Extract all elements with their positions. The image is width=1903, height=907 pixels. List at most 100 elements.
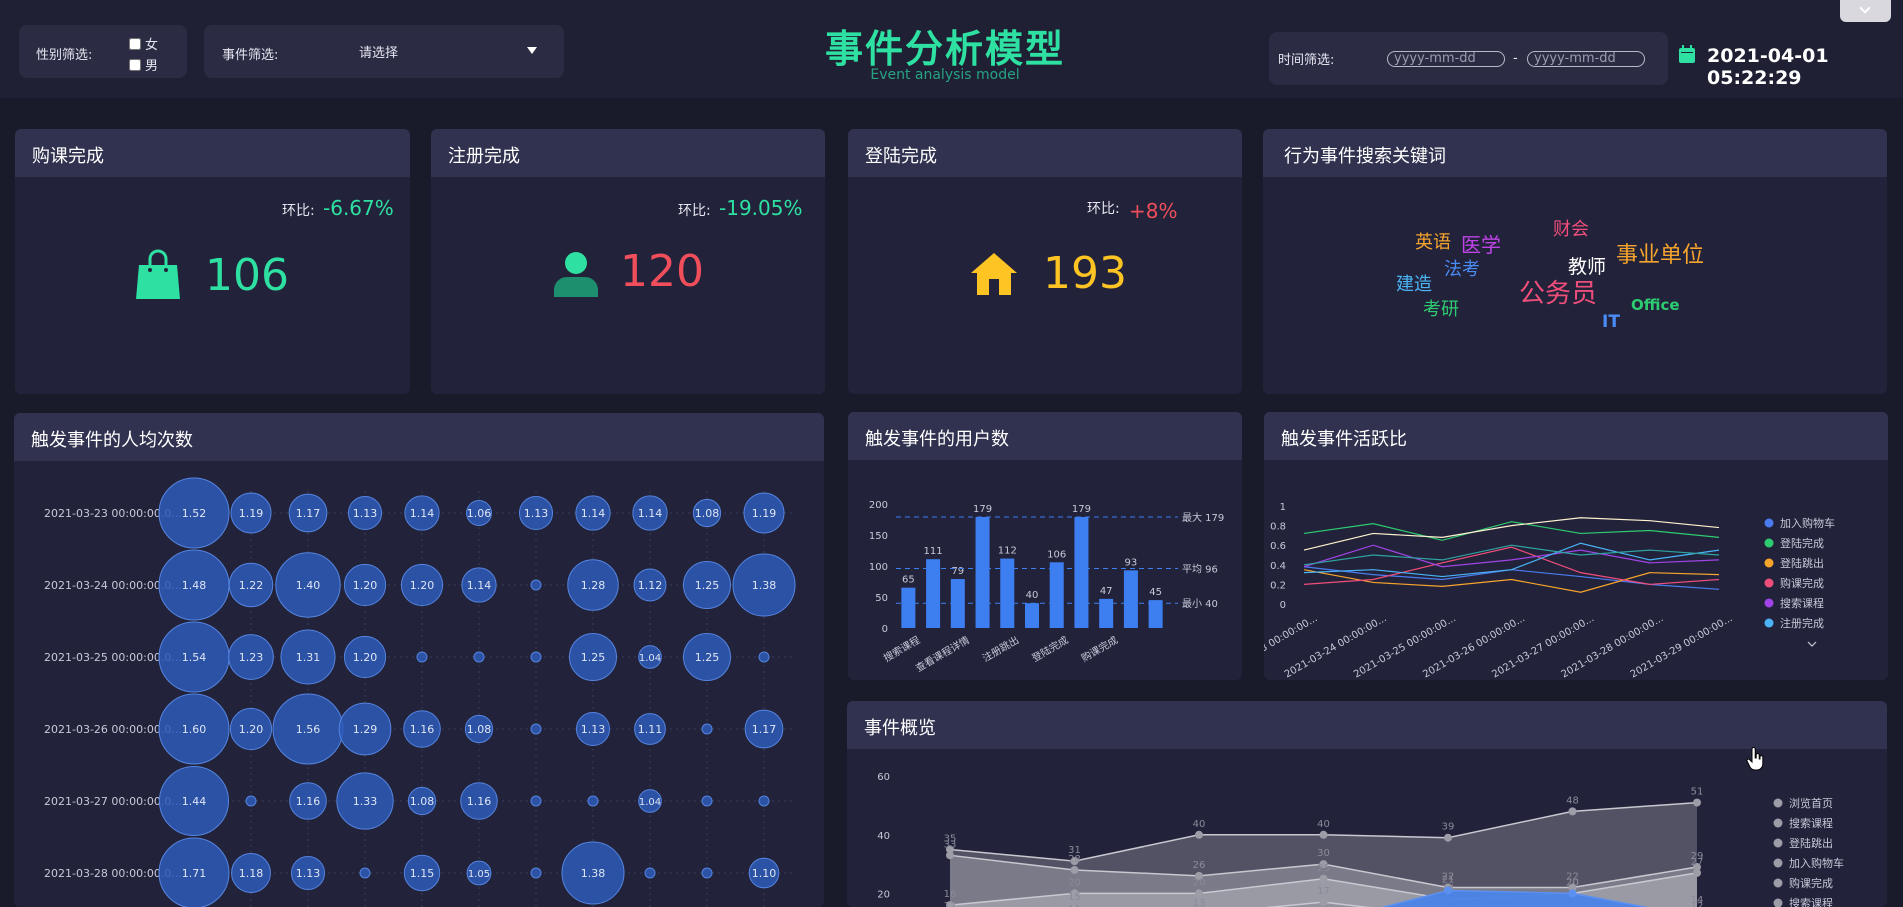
panel-title: 触发事件的用户数: [865, 429, 1009, 450]
legend-marker: [1773, 878, 1783, 888]
data-label: 25: [1317, 863, 1330, 874]
data-label: 39: [1442, 822, 1455, 833]
keyword[interactable]: 事业单位: [1616, 237, 1704, 269]
data-point: [1568, 889, 1577, 898]
bubble-label: 1.38: [752, 579, 777, 592]
bubble: [758, 651, 770, 663]
keyword[interactable]: 建造: [1396, 270, 1432, 296]
keyword[interactable]: IT: [1602, 312, 1620, 332]
bubble-label: 1.29: [353, 723, 378, 736]
panel-title: 登陆完成: [865, 146, 937, 167]
bar-value-label: 111: [924, 546, 943, 557]
bubble-label: 1.56: [296, 723, 321, 736]
kpi-value: 120: [620, 246, 704, 297]
bubble: [701, 867, 713, 879]
bubble-label: 1.13: [296, 867, 321, 880]
legend-marker: [1764, 538, 1774, 548]
bubble-label: 1.06: [467, 507, 492, 520]
bubble: [758, 795, 770, 807]
data-label: 30: [1317, 848, 1330, 859]
keywords-panel: 行为事件搜索关键词 英语 医学 财会 事业单位 教师 法考 建造 公务员 考研 …: [1263, 129, 1887, 394]
data-point: [1070, 865, 1079, 874]
bubble-label: 1.15: [410, 867, 435, 880]
bubble-label: 1.08: [695, 507, 720, 520]
bar: [1025, 603, 1039, 628]
collapse-toggle-button[interactable]: [1840, 0, 1891, 22]
y-tick-label: 200: [869, 500, 888, 511]
kpi-panel-login: 登陆完成 环比: +8% 193: [848, 129, 1242, 394]
panel-title: 触发事件活跃比: [1281, 429, 1407, 450]
x-tick-label: 购课完成: [1079, 633, 1120, 664]
data-point: [1693, 798, 1701, 807]
data-label: 16: [944, 889, 957, 900]
panel-title: 购课完成: [32, 146, 104, 167]
legend-marker: [1764, 558, 1774, 568]
series-line: [1303, 546, 1720, 586]
keyword[interactable]: 公务员: [1519, 273, 1597, 310]
data-point: [1319, 898, 1328, 907]
keyword[interactable]: 考研: [1423, 295, 1459, 321]
bubble-label: 1.13: [581, 723, 606, 736]
date-separator: -: [1513, 51, 1518, 66]
panel-title: 注册完成: [448, 146, 520, 167]
data-point: [1195, 889, 1203, 898]
bubble-label: 1.08: [410, 795, 435, 808]
calendar-icon: [1679, 45, 1695, 63]
legend-marker: [1764, 518, 1774, 528]
legend-marker: [1773, 818, 1783, 828]
kpi-value: 193: [1043, 248, 1127, 299]
y-tick-label: 0: [882, 624, 888, 635]
legend-label: 购课完成: [1780, 576, 1824, 590]
shopping-bag-icon: [136, 249, 180, 299]
bubble: [587, 795, 599, 807]
legend-label: 搜索课程: [1789, 816, 1833, 830]
end-date-input[interactable]: yyyy-mm-dd: [1527, 51, 1645, 67]
bubble: [245, 795, 257, 807]
bubble: [530, 579, 542, 591]
data-label: 17: [1317, 886, 1330, 897]
keyword[interactable]: Office: [1631, 296, 1680, 314]
ratio-value: +8%: [1129, 199, 1178, 223]
start-date-input[interactable]: yyyy-mm-dd: [1387, 51, 1505, 67]
keyword[interactable]: 英语: [1415, 228, 1451, 254]
markline-label: 平均 96: [1182, 563, 1218, 575]
data-label: 28: [1068, 854, 1081, 865]
ratio-value: -19.05%: [719, 196, 803, 220]
bar-value-label: 112: [998, 546, 1017, 557]
bubble-label: 1.17: [296, 507, 321, 520]
panel-title: 行为事件搜索关键词: [1284, 146, 1446, 167]
current-datetime: 2021-04-01 05:22:29: [1707, 45, 1829, 89]
y-tick-label: 0.4: [1270, 561, 1286, 572]
legend-marker: [1764, 618, 1774, 628]
time-filter: 时间筛选: yyyy-mm-dd - yyyy-mm-dd: [1269, 32, 1668, 85]
bubble-label: 1.04: [639, 797, 661, 808]
bubble-label: 1.19: [752, 507, 777, 520]
data-label: 13: [1193, 898, 1206, 907]
legend-label: 登陆完成: [1780, 536, 1824, 550]
bar-value-label: 45: [1149, 587, 1162, 598]
bubble-label: 1.13: [353, 507, 378, 520]
legend-label: 注册完成: [1780, 616, 1824, 630]
data-label: 15: [1068, 892, 1081, 903]
kpi-value: 106: [205, 250, 289, 301]
time-filter-label: 时间筛选:: [1278, 53, 1335, 68]
bubble-label: 1.25: [695, 651, 720, 664]
bubble-label: 1.14: [410, 507, 435, 520]
overview-area-chart-panel: 事件概览 20 40 60 35 31 40 40 39 48 51 33 28 26 30 22 22 29 1…: [847, 701, 1887, 907]
bubble-label: 1.33: [353, 795, 378, 808]
data-label: 27: [1691, 857, 1704, 868]
ratio-label: 环比:: [282, 203, 315, 219]
bubble-label: 1.20: [410, 579, 435, 592]
bubble: [530, 867, 542, 879]
data-point: [1195, 830, 1203, 839]
data-label: 20: [1068, 877, 1081, 888]
bubble-label: 1.10: [752, 867, 777, 880]
bubble-label: 1.12: [638, 579, 663, 592]
keyword[interactable]: 医学: [1461, 229, 1501, 258]
keyword[interactable]: 法考: [1444, 255, 1480, 281]
bubble-label: 1.14: [638, 507, 663, 520]
keyword[interactable]: 财会: [1553, 215, 1589, 241]
bubble-label: 1.05: [468, 869, 490, 880]
bubble-label: 1.25: [581, 651, 606, 664]
bubble-label: 1.19: [239, 507, 264, 520]
